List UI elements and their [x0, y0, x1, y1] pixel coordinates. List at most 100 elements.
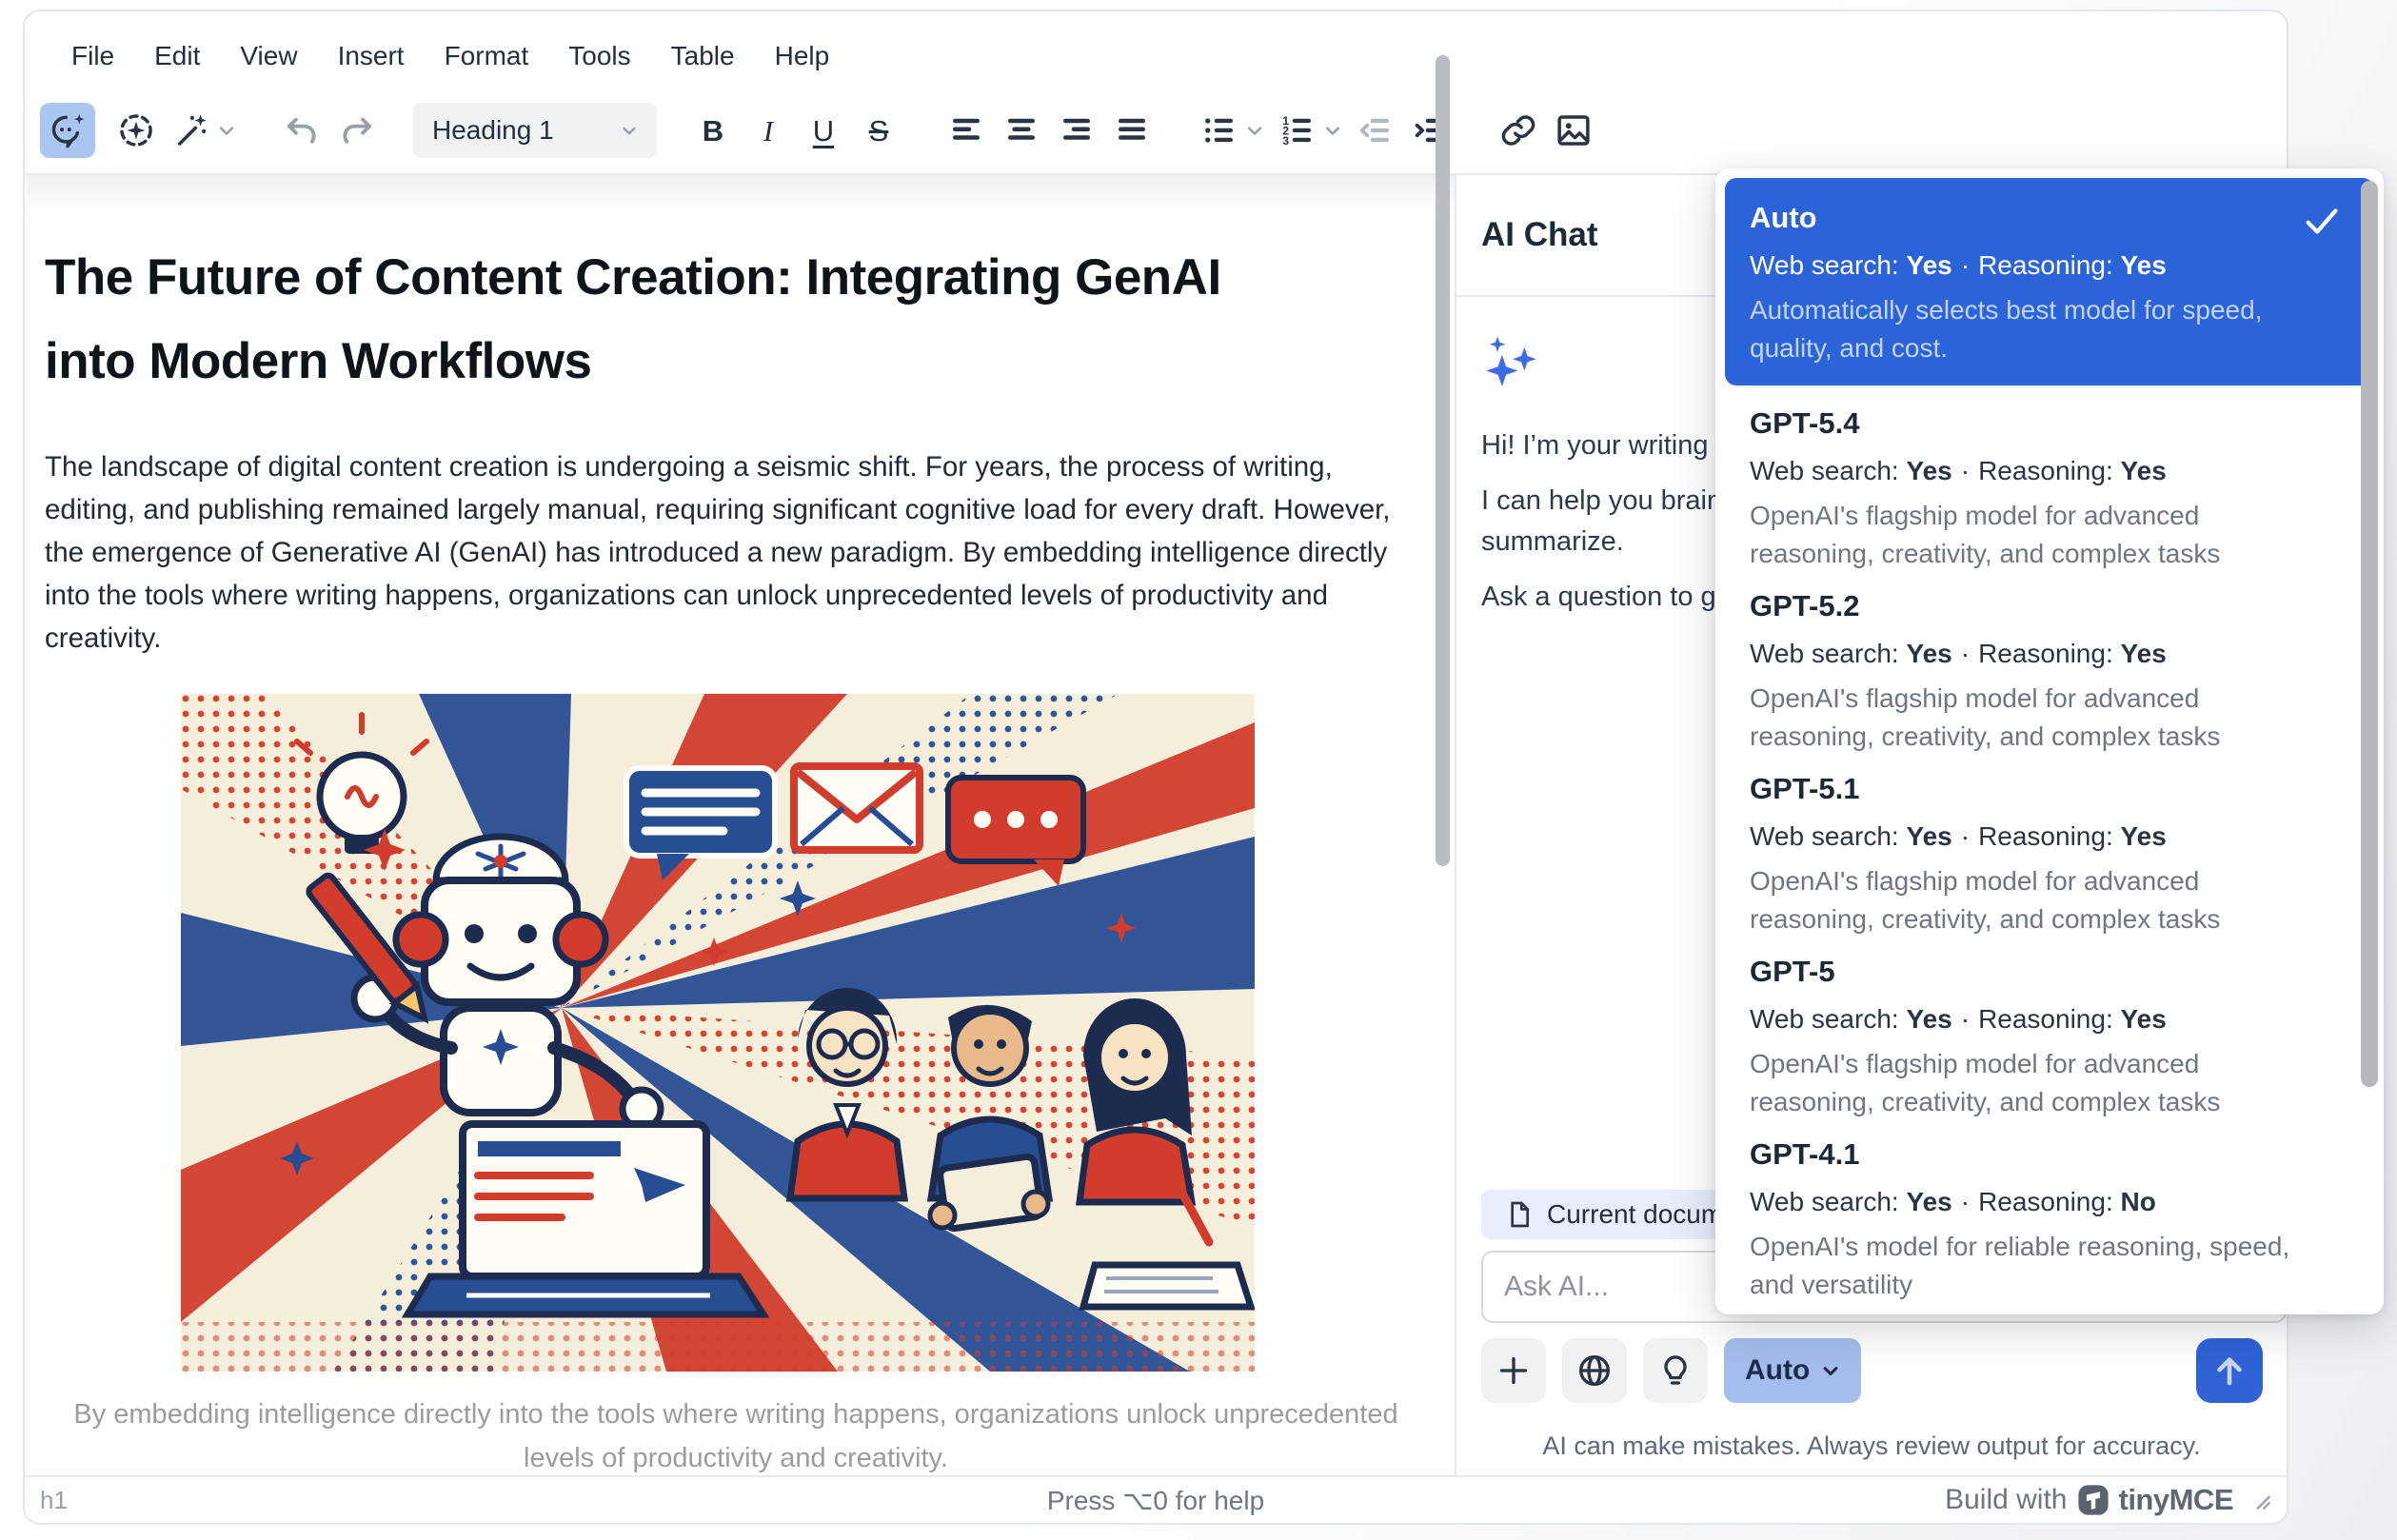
document-illustration[interactable]: [181, 694, 1255, 1372]
model-name: GPT-4.1: [1750, 1137, 2349, 1172]
menu-table[interactable]: Table: [651, 33, 755, 79]
model-option-gpt-5.4[interactable]: GPT-5.4 Web search: Yes·Reasoning: Yes Ope…: [1725, 393, 2374, 576]
numbered-list-button[interactable]: 123: [1270, 103, 1325, 158]
document-canvas[interactable]: The Future of Content Creation: Integrat…: [45, 175, 1436, 1480]
undo-icon: [282, 110, 322, 150]
model-description: OpenAI's model for reliable reasoning, s…: [1750, 1228, 2321, 1304]
ai-chat-icon: [48, 110, 88, 150]
check-icon: [2300, 199, 2344, 243]
chevron-down-icon: [1817, 1357, 1844, 1384]
model-name: GPT-5.1: [1750, 772, 2349, 806]
bold-button[interactable]: B: [685, 103, 741, 158]
menu-edit[interactable]: Edit: [134, 33, 220, 79]
link-button[interactable]: [1491, 103, 1546, 158]
model-description: OpenAI's flagship model for advanced rea…: [1750, 680, 2321, 756]
bullet-list-button[interactable]: [1192, 103, 1247, 158]
model-option-auto[interactable]: Auto Web search: Yes·Reasoning: Yes Automa…: [1725, 178, 2374, 385]
redo-icon: [337, 110, 377, 150]
web-search-button[interactable]: [1562, 1338, 1627, 1403]
image-button[interactable]: [1546, 103, 1601, 158]
chat-actions: Auto: [1481, 1338, 1861, 1403]
italic-glyph: I: [763, 116, 773, 146]
undo-button[interactable]: [274, 103, 329, 158]
branding-name: tinyMCE: [2119, 1483, 2234, 1517]
model-menu: Auto Web search: Yes·Reasoning: Yes Automa…: [1715, 168, 2384, 1314]
bold-glyph: B: [703, 116, 723, 146]
model-select-button[interactable]: Auto: [1724, 1338, 1861, 1403]
block-format-select[interactable]: Heading 1: [413, 103, 657, 158]
document-paragraph[interactable]: The landscape of digital content creatio…: [45, 445, 1427, 660]
italic-button[interactable]: I: [741, 103, 796, 158]
model-meta: Web search: Yes·Reasoning: Yes: [1750, 456, 2349, 486]
suggestions-button[interactable]: [1643, 1338, 1708, 1403]
element-path[interactable]: h1: [40, 1486, 68, 1515]
lightbulb-icon: [1656, 1352, 1694, 1390]
ai-chat-button[interactable]: [40, 103, 95, 158]
ai-shortcuts-icon: [116, 110, 156, 150]
model-meta: Web search: Yes·Reasoning: Yes: [1750, 639, 2349, 669]
ai-shortcuts-button[interactable]: [109, 103, 164, 158]
menu-file[interactable]: File: [51, 33, 134, 79]
model-option-gpt-4.1[interactable]: GPT-4.1Web search: Yes·Reasoning: NoOpen…: [1725, 1124, 2374, 1307]
align-justify-button[interactable]: [1104, 103, 1159, 158]
branding[interactable]: Build with tinyMCE: [1930, 1483, 2273, 1517]
model-name: Auto: [1750, 201, 2349, 235]
menu-view[interactable]: View: [220, 33, 317, 79]
model-description: Automatically selects best model for spe…: [1750, 291, 2321, 367]
ask-ai-placeholder: Ask AI...: [1504, 1271, 1609, 1303]
ai-tools-chevron-icon[interactable]: [213, 117, 240, 144]
align-right-button[interactable]: [1049, 103, 1104, 158]
model-meta: Web search: Yes·Reasoning: Yes: [1750, 250, 2349, 281]
model-meta: Web search: Yes·Reasoning: Yes: [1750, 1004, 2349, 1035]
document-scrollbar[interactable]: [1436, 55, 1450, 866]
model-select-label: Auto: [1745, 1354, 1810, 1387]
align-left-icon: [946, 110, 986, 150]
model-menu-list: Auto Web search: Yes·Reasoning: Yes Automa…: [1725, 178, 2374, 1307]
globe-icon: [1575, 1352, 1614, 1390]
tinymce-logo-icon: [2077, 1484, 2110, 1516]
model-name: GPT-5.2: [1750, 589, 2349, 623]
menu-format[interactable]: Format: [425, 33, 549, 79]
bullet-list-icon: [1199, 110, 1239, 150]
outdent-icon: [1356, 110, 1396, 150]
align-center-button[interactable]: [994, 103, 1049, 158]
model-name: GPT-5.4: [1750, 406, 2349, 441]
svg-text:3: 3: [1282, 134, 1289, 148]
menu-insert[interactable]: Insert: [318, 33, 425, 79]
underline-button[interactable]: U: [796, 103, 851, 158]
ai-disclaimer: AI can make mistakes. Always review outp…: [1456, 1431, 2287, 1461]
link-icon: [1498, 110, 1538, 150]
align-left-button[interactable]: [939, 103, 994, 158]
model-menu-scrollbar[interactable]: [2361, 181, 2378, 1087]
underline-glyph: U: [813, 116, 834, 146]
resize-handle-icon[interactable]: [2248, 1488, 2273, 1512]
indent-button[interactable]: [1403, 103, 1458, 158]
model-description: OpenAI's flagship model for advanced rea…: [1750, 862, 2321, 938]
image-caption[interactable]: By embedding intelligence directly into …: [60, 1392, 1412, 1480]
model-option-gpt-5.1[interactable]: GPT-5.1 Web search: Yes·Reasoning: Yes Ope…: [1725, 759, 2374, 941]
outdent-button[interactable]: [1348, 103, 1403, 158]
image-icon: [1554, 110, 1594, 150]
attach-button[interactable]: [1481, 1338, 1546, 1403]
model-description: OpenAI's flagship model for advanced rea…: [1750, 1045, 2321, 1121]
model-description: OpenAI's flagship model for advanced rea…: [1750, 497, 2321, 573]
toolbar: Heading 1 B I U S: [40, 89, 2271, 171]
align-right-icon: [1057, 110, 1097, 150]
strikethrough-glyph: S: [869, 116, 889, 146]
model-option-gpt-5[interactable]: GPT-5Web search: Yes·Reasoning: YesOpenA…: [1725, 941, 2374, 1124]
document-title[interactable]: The Future of Content Creation: Integrat…: [45, 236, 1320, 404]
align-justify-icon: [1112, 110, 1152, 150]
plus-icon: [1495, 1352, 1533, 1390]
menu-tools[interactable]: Tools: [548, 33, 650, 79]
model-meta: Web search: Yes·Reasoning: Yes: [1750, 821, 2349, 852]
strikethrough-button[interactable]: S: [851, 103, 906, 158]
model-option-gpt-5.2[interactable]: GPT-5.2 Web search: Yes·Reasoning: Yes Ope…: [1725, 576, 2374, 759]
numbered-list-icon: 123: [1278, 110, 1317, 150]
send-button[interactable]: [2196, 1338, 2263, 1403]
menu-help[interactable]: Help: [755, 33, 850, 79]
ai-tools-button[interactable]: [164, 103, 219, 158]
redo-button[interactable]: [329, 103, 385, 158]
numbered-list-chevron-icon[interactable]: [1319, 117, 1346, 144]
branding-prefix: Build with: [1945, 1484, 2067, 1516]
bullet-list-chevron-icon[interactable]: [1241, 117, 1268, 144]
